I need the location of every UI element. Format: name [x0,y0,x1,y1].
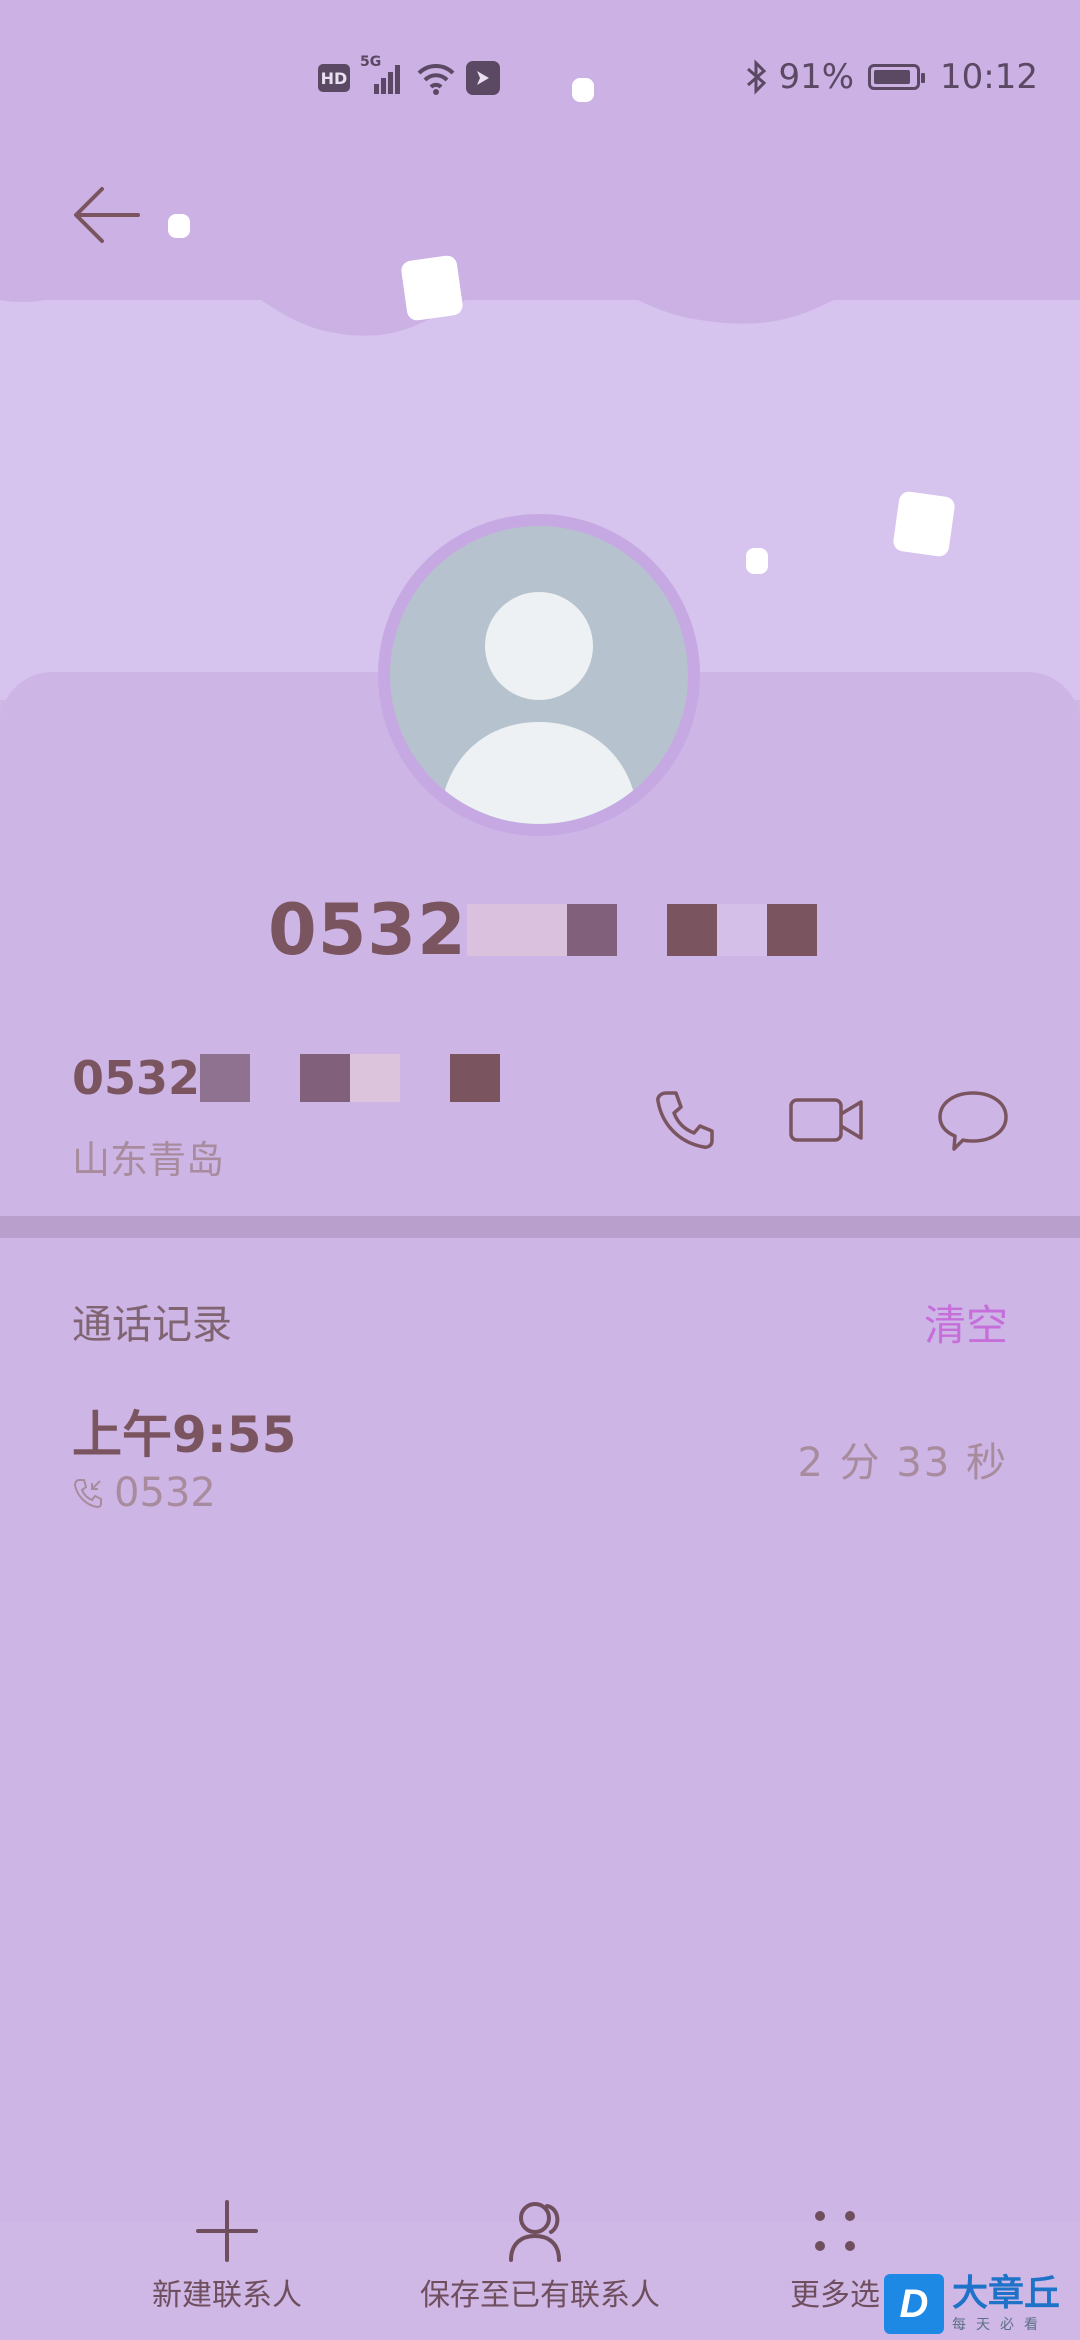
video-camera-icon [789,1098,863,1142]
phone-number: 0532 [72,1051,201,1105]
new-contact-button[interactable]: 新建联系人 [152,2200,302,2314]
privacy-mask [466,904,567,956]
video-call-button[interactable] [782,1080,872,1160]
chat-bubble-icon [938,1091,1008,1151]
phone-icon [656,1091,714,1149]
privacy-mask [400,1054,450,1102]
decor-dot [746,548,768,574]
bluetooth-icon [747,59,767,95]
status-icons-left: HD 5G [318,54,500,98]
watermark: D 大章丘 每天必看 [884,2268,1080,2340]
save-to-existing-label: 保存至已有联系人 [420,2278,660,2313]
battery-icon [868,64,926,90]
call-button[interactable] [640,1080,730,1160]
privacy-mask [300,1054,351,1102]
watermark-text: 大章丘 每天必看 [952,2274,1060,2334]
watermark-sub: 每天必看 [952,2317,1048,2333]
watermark-main: 大章丘 [952,2273,1061,2314]
decor-dot [168,214,190,238]
person-placeholder-icon [440,592,638,824]
person-icon [509,2202,561,2262]
privacy-mask [450,1054,501,1102]
clear-call-log-button[interactable]: 清空 [924,1292,1008,1353]
arrow-left-icon [74,187,140,243]
number-info[interactable]: 0532 山东青岛 [72,1045,632,1195]
call-detail: 0532 [72,1468,216,1518]
privacy-mask [350,1054,401,1102]
privacy-mask [666,904,717,956]
call-duration: 2 分 33 秒 [797,1440,1008,1486]
privacy-mask [617,904,667,956]
more-options-label: 更多选 [790,2278,880,2313]
incoming-call-icon [73,1479,102,1509]
privacy-mask [766,904,817,956]
network-type: 5G [360,54,382,70]
new-contact-label: 新建联系人 [152,2278,302,2313]
battery-level [874,70,911,84]
status-icons-right: 91% 10:12 [744,55,1038,99]
clock: 10:12 [940,57,1038,97]
privacy-mask [200,1054,251,1102]
contact-name: 0532 [268,880,817,980]
phone-number-row: 0532 [72,1045,632,1111]
decor-square [892,490,956,558]
status-bar: HD 5G 91% 10:12 [0,0,1080,150]
battery-percent: 91% [778,57,855,97]
decor-dot [572,78,594,102]
wifi-icon [417,63,455,95]
signal-icon: 5G [360,54,406,96]
number-location: 山东青岛 [72,1138,225,1182]
call-time: 上午9:55 [72,1406,297,1464]
app-notification-icon [466,61,500,95]
dots-grid-icon [815,2211,855,2251]
call-number: 0532 [114,1470,216,1516]
plus-icon [196,2200,258,2262]
privacy-mask [250,1054,300,1102]
decor-square [400,254,464,322]
watermark-logo: D [884,2274,944,2334]
contact-name-text: 0532 [268,889,467,971]
save-to-existing-button[interactable]: 保存至已有联系人 [420,2200,660,2314]
avatar[interactable] [390,526,688,824]
wave-decoration [0,240,1080,336]
privacy-mask [566,904,617,956]
call-log-title: 通话记录 [72,1302,232,1348]
hd-badge: HD [318,64,350,92]
section-divider [0,1216,1080,1238]
message-button[interactable] [928,1080,1018,1160]
back-button[interactable] [62,170,152,260]
privacy-mask [716,904,767,956]
more-options-button[interactable]: 更多选 [790,2200,880,2314]
